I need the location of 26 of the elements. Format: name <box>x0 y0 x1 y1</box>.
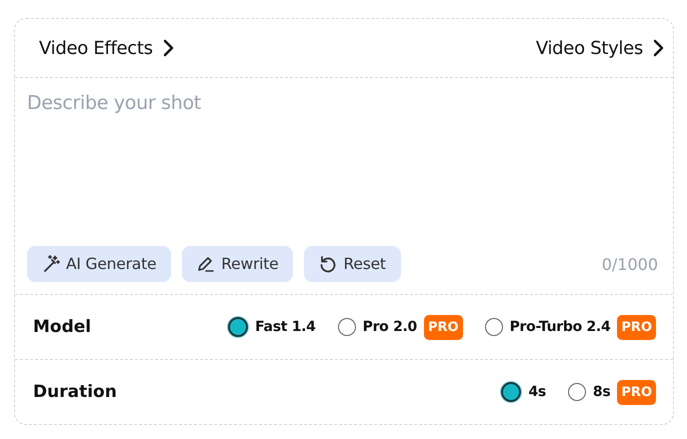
character-counter: 0/1000 <box>602 254 659 274</box>
option-label: Pro-Turbo 2.4 <box>510 319 610 335</box>
action-button[interactable]: AI Generate <box>27 246 172 282</box>
action-button[interactable]: Reset <box>304 246 401 282</box>
pencil-icon <box>197 255 216 273</box>
radio-button[interactable] <box>228 317 248 337</box>
option-label: Fast 1.4 <box>255 319 316 335</box>
option-label: Pro 2.0 <box>362 319 417 335</box>
radio-button[interactable] <box>568 383 586 401</box>
radio-button[interactable] <box>484 318 503 336</box>
chevron-right-icon <box>653 39 665 57</box>
reset-icon <box>319 255 338 273</box>
action-button[interactable]: Rewrite <box>182 246 294 282</box>
setting-label: Duration <box>33 382 117 402</box>
radio-button[interactable] <box>338 318 356 336</box>
magic-wand-icon <box>42 255 60 273</box>
chevron-right-icon <box>162 39 175 57</box>
radio-button[interactable] <box>501 382 522 402</box>
option-label: 8s <box>592 384 610 400</box>
pro-badge: PRO <box>424 314 463 340</box>
setting-label: Model <box>33 317 92 337</box>
option-label: 4s <box>528 384 546 400</box>
nav-link[interactable]: Video Effects <box>39 38 175 58</box>
pro-badge: PRO <box>617 380 656 404</box>
pro-badge: PRO <box>617 314 656 340</box>
nav-link[interactable]: Video Styles <box>536 38 665 58</box>
